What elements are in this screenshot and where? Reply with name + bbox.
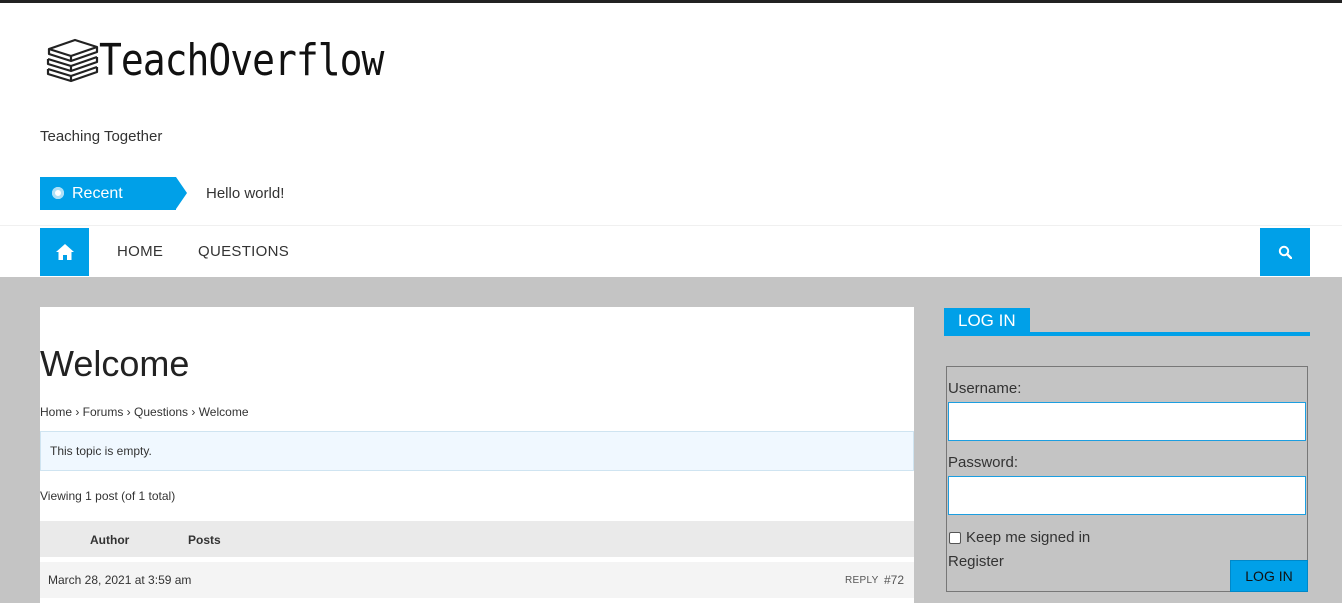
- reply-link[interactable]: REPLY: [845, 575, 879, 586]
- site-tagline: Teaching Together: [40, 128, 163, 145]
- search-button[interactable]: [1260, 228, 1310, 276]
- column-author: Author: [90, 533, 130, 547]
- nav-home[interactable]: HOME: [117, 243, 163, 260]
- remember-me[interactable]: Keep me signed in: [949, 529, 1090, 546]
- radio-dot-icon: [52, 187, 64, 199]
- recent-post-link[interactable]: Hello world!: [206, 185, 284, 202]
- login-widget-title: LOG IN: [944, 308, 1030, 332]
- login-widget-header: LOG IN: [944, 308, 1310, 336]
- top-border: [0, 0, 1342, 3]
- home-icon: [55, 244, 74, 260]
- post-count: Viewing 1 post (of 1 total): [40, 489, 176, 503]
- nav-questions[interactable]: QUESTIONS: [198, 243, 289, 260]
- page-title: Welcome: [40, 343, 190, 384]
- breadcrumb[interactable]: Home › Forums › Questions › Welcome: [40, 405, 249, 419]
- books-icon: [46, 38, 99, 83]
- post-date: March 28, 2021 at 3:59 am: [48, 573, 192, 587]
- column-posts: Posts: [188, 533, 221, 547]
- login-button[interactable]: LOG IN: [1230, 560, 1308, 592]
- site-logo[interactable]: TeachOverflow: [45, 34, 384, 86]
- search-icon: [1278, 245, 1292, 259]
- password-input[interactable]: [948, 476, 1306, 515]
- username-label: Username:: [948, 380, 1022, 397]
- post-permalink[interactable]: #72: [884, 573, 904, 587]
- remember-label: Keep me signed in: [966, 529, 1091, 546]
- login-form: Username: Password: Keep me signed in Re…: [946, 366, 1308, 592]
- table-row: March 28, 2021 at 3:59 am REPLY #72: [40, 562, 914, 598]
- username-input[interactable]: [948, 402, 1306, 441]
- home-button[interactable]: [40, 228, 89, 276]
- table-header: Author Posts: [40, 521, 914, 557]
- main-navbar: HOME QUESTIONS: [0, 225, 1342, 277]
- register-link[interactable]: Register: [948, 553, 1004, 570]
- remember-checkbox[interactable]: [949, 531, 961, 544]
- topic-empty-notice: This topic is empty.: [40, 431, 914, 471]
- logo-text: TeachOverflow: [99, 34, 384, 86]
- password-label: Password:: [948, 454, 1019, 471]
- topic-main: Welcome Home › Forums › Questions › Welc…: [40, 307, 914, 603]
- recent-posts-label: Recent Posts: [40, 177, 187, 235]
